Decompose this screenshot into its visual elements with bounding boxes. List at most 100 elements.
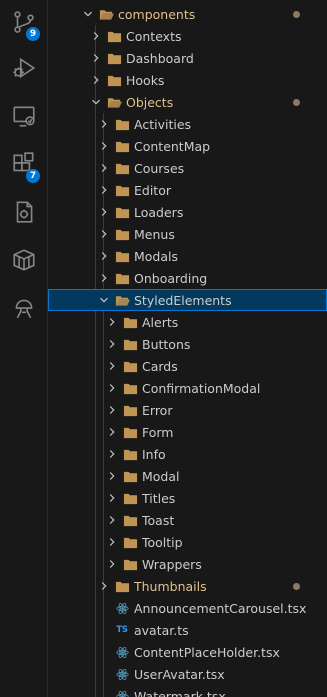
chevron-right-icon [106,311,118,333]
folder-open-icon [98,3,114,25]
chevron-right-icon [106,377,118,399]
folder-icon [114,575,130,597]
tree-folder[interactable]: Thumbnails [48,575,327,597]
folder-icon [114,135,130,157]
chevron-right-icon [106,421,118,443]
folder-icon [114,223,130,245]
chevron-right-icon [98,575,110,597]
tree-folder[interactable]: Contexts [48,25,327,47]
chevron-right-icon [98,201,110,223]
tree-item-label: ContentPlaceHolder.tsx [134,644,280,660]
tree-item-label: ConfirmationModal [142,380,261,396]
tree-item-label: Editor [134,182,171,198]
activity-bar: 9 7 [0,0,48,697]
react-icon [114,685,130,697]
tree-folder[interactable]: Toast [48,509,327,531]
tree-item-label: Form [142,424,174,440]
tree-item-label: Objects [126,94,174,110]
tree-folder[interactable]: Info [48,443,327,465]
activity-extensions[interactable]: 7 [0,144,48,188]
tree-folder[interactable]: components [48,3,327,25]
tree-folder[interactable]: Courses [48,157,327,179]
folder-icon [122,377,138,399]
folder-open-icon [114,289,130,311]
folder-icon [106,69,122,91]
tree-file[interactable]: AnnouncementCarousel.tsx [48,597,327,619]
tree-file[interactable]: Watermark.tsx [48,685,327,697]
modified-indicator-icon [293,11,300,18]
tree-folder[interactable]: Editor [48,179,327,201]
tree-folder[interactable]: Titles [48,487,327,509]
tree-folder[interactable]: Dashboard [48,47,327,69]
tree-item-label: AnnouncementCarousel.tsx [134,600,307,616]
activity-containers[interactable] [0,240,48,284]
folder-icon [122,333,138,355]
chevron-down-icon [90,91,102,113]
tree-item-label: Hooks [126,72,165,88]
chevron-right-icon [98,113,110,135]
folder-icon [122,355,138,377]
tree-folder[interactable]: Alerts [48,311,327,333]
folder-icon [122,399,138,421]
folder-icon [122,509,138,531]
tree-item-label: components [118,6,196,22]
tree-item-label: Watermark.tsx [134,688,226,697]
tree-folder[interactable]: ConfirmationModal [48,377,327,399]
chevron-right-icon [98,179,110,201]
modified-indicator-icon [293,99,300,106]
tree-folder[interactable]: Cards [48,355,327,377]
folder-icon [122,553,138,575]
chevron-right-icon [98,245,110,267]
debug-icon [11,55,37,85]
folder-icon [122,421,138,443]
tree-item-label: Thumbnails [134,578,207,594]
tree-folder[interactable]: Hooks [48,69,327,91]
tree-item-label: Info [142,446,166,462]
tree-folder[interactable]: ContentMap [48,135,327,157]
vscode-window: 9 7 components Contexts Dashboard Hooks … [0,0,327,697]
tree-item-label: Modal [142,468,180,484]
tree-folder[interactable]: Modals [48,245,327,267]
remote-explorer-icon [11,103,37,133]
folder-icon [114,245,130,267]
activity-source-control[interactable]: 9 [0,2,48,46]
tree-item-label: Dashboard [126,50,194,66]
tree-item-label: Loaders [134,204,184,220]
tree-folder[interactable]: Tooltip [48,531,327,553]
tree-folder[interactable]: StyledElements [48,289,327,311]
testing-icon [11,199,37,229]
tree-file[interactable]: UserAvatar.tsx [48,663,327,685]
tree-folder[interactable]: Form [48,421,327,443]
tree-folder[interactable]: Loaders [48,201,327,223]
tree-folder[interactable]: Wrappers [48,553,327,575]
activity-testing[interactable] [0,192,48,236]
tree-item-label: Modals [134,248,179,264]
container-icon [11,247,37,277]
tree-item-label: Cards [142,358,178,374]
tree-file[interactable]: TS avatar.ts [48,619,327,641]
tree-folder[interactable]: Objects [48,91,327,113]
chevron-right-icon [106,399,118,421]
folder-icon [114,179,130,201]
chevron-right-icon [106,443,118,465]
person-icon [11,295,37,325]
tree-item-label: Tooltip [142,534,183,550]
activity-remote-explorer[interactable] [0,96,48,140]
tree-folder[interactable]: Activities [48,113,327,135]
tree-folder[interactable]: Onboarding [48,267,327,289]
chevron-right-icon [106,487,118,509]
tree-item-label: Wrappers [142,556,202,572]
tree-folder[interactable]: Menus [48,223,327,245]
activity-accounts[interactable] [0,288,48,332]
tree-item-label: Buttons [142,336,191,352]
tree-folder[interactable]: Error [48,399,327,421]
activity-run-debug[interactable] [0,48,48,92]
tree-folder[interactable]: Modal [48,465,327,487]
folder-open-icon [106,91,122,113]
tree-folder[interactable]: Buttons [48,333,327,355]
folder-icon [122,531,138,553]
tree-item-label: Activities [134,116,192,132]
tree-item-label: Contexts [126,28,182,44]
modified-indicator-icon [293,583,300,590]
tree-file[interactable]: ContentPlaceHolder.tsx [48,641,327,663]
